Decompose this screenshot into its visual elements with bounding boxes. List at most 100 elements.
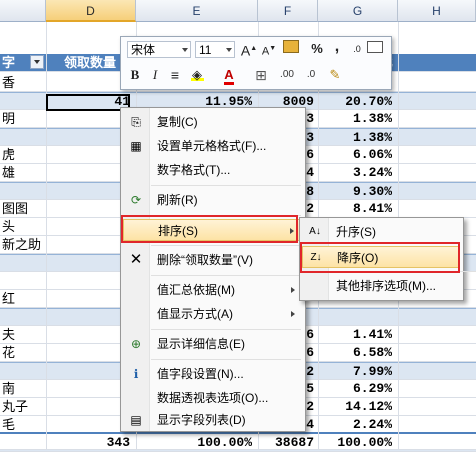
decrease-decimal2-icon[interactable]: .0 <box>301 65 321 85</box>
font-color-icon[interactable]: A <box>219 65 239 85</box>
cell-name[interactable]: 丸子 <box>2 398 46 415</box>
cell-name[interactable]: 雄 <box>2 164 46 181</box>
total-cell-g[interactable]: 100.00% <box>318 434 392 451</box>
menu-item-more-sort-options[interactable]: 其他排序选项(M)... <box>302 275 459 297</box>
cell-name[interactable] <box>2 183 46 200</box>
cell-d[interactable] <box>46 200 130 217</box>
cell-name[interactable]: 图图 <box>2 200 46 217</box>
cell-g[interactable]: 1.38% <box>318 129 392 146</box>
cell-d[interactable] <box>46 272 130 289</box>
cell-d[interactable]: 9 <box>46 255 130 272</box>
menu-item-summarize-by[interactable]: 值汇总依据(M) <box>123 279 301 301</box>
cell-g[interactable]: 20.70% <box>318 93 392 110</box>
cell-name[interactable]: 南 <box>2 380 46 397</box>
format-painter-icon[interactable]: ✎ <box>325 65 345 85</box>
cell-d[interactable]: 4 <box>46 74 130 91</box>
grand-total-row: 343 100.00% 38687 100.00% <box>0 432 476 450</box>
menu-item-pivot-options[interactable]: 数据透视表选项(O)... <box>123 387 301 409</box>
cell-g[interactable]: 6.58% <box>318 344 392 361</box>
cell-d[interactable]: 2 <box>46 290 130 307</box>
cell-d[interactable]: 3 <box>46 363 130 380</box>
menu-item-refresh[interactable]: ⟳ 刷新(R) <box>123 189 301 211</box>
menu-item-copy[interactable]: ⎘ 复制(C) <box>123 111 301 133</box>
menu-item-sort-ascending[interactable]: A↓ 升序(S) <box>302 221 459 243</box>
currency-format-icon[interactable] <box>281 39 301 59</box>
menu-item-show-values-as[interactable]: 值显示方式(A) <box>123 303 301 325</box>
menu-item-delete-field[interactable]: ✕ 删除“领取数量”(V) <box>123 249 301 271</box>
column-header-e[interactable]: E <box>136 0 258 22</box>
cell-d[interactable] <box>46 326 130 343</box>
total-cell-e[interactable]: 100.00% <box>136 434 252 451</box>
italic-button[interactable]: I <box>145 65 165 85</box>
total-cell-f[interactable]: 38687 <box>258 434 314 451</box>
fill-color-icon[interactable]: ◈ <box>187 65 207 85</box>
cell-name[interactable]: 香 <box>2 74 46 91</box>
cell-d[interactable] <box>46 398 130 415</box>
shrink-font-icon[interactable]: A▼ <box>259 39 279 59</box>
decrease-decimal-icon[interactable]: .00 <box>277 65 297 85</box>
font-name-box[interactable]: 宋体 <box>127 41 191 58</box>
active-cell-d[interactable] <box>46 94 130 111</box>
cell-g[interactable]: 14.12% <box>318 398 392 415</box>
cell-d[interactable] <box>46 218 130 235</box>
menu-item-sort[interactable]: 排序(S) <box>123 219 301 241</box>
cell-g[interactable]: 1.38% <box>318 110 392 127</box>
cell-name[interactable] <box>2 272 46 289</box>
column-header-f[interactable]: F <box>258 0 318 22</box>
grow-font-icon[interactable]: A▲ <box>239 39 259 59</box>
cell-name[interactable] <box>2 93 46 110</box>
cell-d[interactable] <box>46 110 130 127</box>
cell-d[interactable] <box>46 344 130 361</box>
cell-d[interactable] <box>46 146 130 163</box>
cell-d[interactable] <box>46 236 130 253</box>
show-detail-icon: ⊕ <box>130 337 142 351</box>
cell-d[interactable] <box>46 416 130 433</box>
cell-name[interactable]: 花 <box>2 344 46 361</box>
menu-item-value-field-settings[interactable]: ℹ 值字段设置(N)... <box>123 363 301 385</box>
cell-g[interactable]: 1.41% <box>318 326 392 343</box>
column-header-d[interactable]: D <box>46 0 136 22</box>
increase-decimal-icon[interactable]: .0 <box>347 39 367 59</box>
column-header-g[interactable]: G <box>318 0 398 22</box>
cell-name[interactable]: 夫 <box>2 326 46 343</box>
cell-g[interactable]: 9.30% <box>318 183 392 200</box>
cell-g[interactable]: 8.41% <box>318 200 392 217</box>
column-header-c-partial[interactable] <box>0 0 46 22</box>
menu-item-field-list[interactable]: ▤ 显示字段列表(D) <box>123 409 301 431</box>
filter-dropdown-icon[interactable] <box>30 55 44 69</box>
cell-g[interactable] <box>318 309 392 326</box>
cell-g[interactable]: 6.06% <box>318 146 392 163</box>
cell-name[interactable] <box>2 129 46 146</box>
cell-name[interactable] <box>2 255 46 272</box>
cell-name[interactable]: 虎 <box>2 146 46 163</box>
cell-name[interactable]: 新之助 <box>2 236 46 253</box>
cell-d[interactable]: 6 <box>46 183 130 200</box>
cell-d[interactable] <box>46 164 130 181</box>
cell-name[interactable] <box>2 363 46 380</box>
bold-button[interactable]: B <box>125 65 145 85</box>
total-cell-d[interactable]: 343 <box>46 434 130 451</box>
cell-g[interactable]: 3.24% <box>318 164 392 181</box>
font-size-box[interactable]: 11 <box>195 41 235 58</box>
cell-d[interactable] <box>46 129 130 146</box>
column-header-h[interactable]: H <box>398 0 476 22</box>
cell-g[interactable]: 6.29% <box>318 380 392 397</box>
format-cells-mini-icon[interactable] <box>365 39 385 59</box>
menu-item-sort-descending[interactable]: Z↓ 降序(O) <box>302 246 459 268</box>
cell-g[interactable]: 7.99% <box>318 363 392 380</box>
menu-item-number-format[interactable]: 数字格式(T)... <box>123 159 301 181</box>
comma-style-icon[interactable]: , <box>327 37 347 57</box>
cell-d[interactable]: 2 <box>46 309 130 326</box>
cell-name[interactable]: 红 <box>2 290 46 307</box>
menu-item-show-details[interactable]: ⊕ 显示详细信息(E) <box>123 333 301 355</box>
cell-name[interactable] <box>2 309 46 326</box>
cell-name[interactable]: 明 <box>2 110 46 127</box>
percent-style-icon[interactable]: % <box>307 39 327 59</box>
cell-d[interactable] <box>46 380 130 397</box>
cell-g[interactable]: 2.24% <box>318 416 392 433</box>
align-center-icon[interactable]: ≡ <box>165 65 185 85</box>
borders-icon[interactable]: ⊞ <box>251 65 271 85</box>
cell-name[interactable]: 毛 <box>2 416 46 433</box>
menu-item-format-cells[interactable]: ▦ 设置单元格格式(F)... <box>123 135 301 157</box>
cell-name[interactable]: 头 <box>2 218 46 235</box>
